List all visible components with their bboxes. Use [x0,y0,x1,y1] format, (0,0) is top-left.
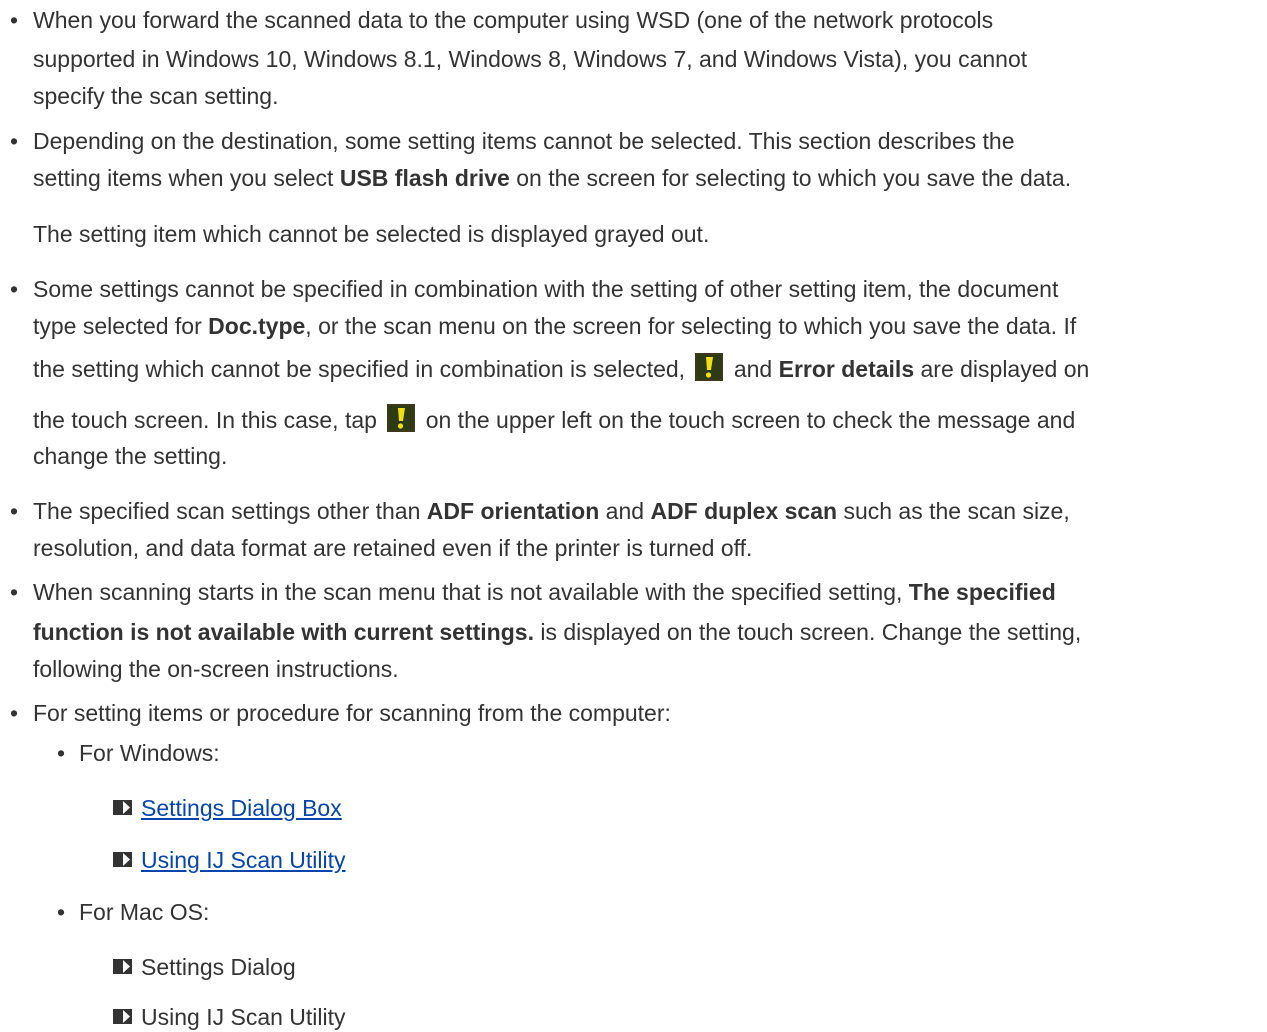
note-3-line-2: type selected for Doc.type, or the scan … [33,311,1076,341]
usb-flash-drive-label: USB flash drive [339,165,510,191]
note-3-text: and [727,356,779,382]
note-3-line-3: the setting which cannot be specified in… [33,353,1089,384]
note-1-line-1: When you forward the scanned data to the… [33,7,994,33]
warning-exclamation-icon [387,404,416,432]
bullet-dot: • [10,700,19,726]
bullet-dot: • [10,7,19,33]
note-5-line-3: following the on-screen instructions. [33,656,399,682]
settings-dialog-text: Settings Dialog [141,954,296,980]
note-3-text: the touch screen. In this case, tap [33,407,384,433]
doc-type-label: Doc.type [208,313,306,339]
note-3-text: the setting which cannot be specified in… [33,356,692,382]
mac-item-settings-dialog: Settings Dialog [113,952,296,982]
note-3-text: are displayed on [914,356,1090,382]
note-4-line-2: resolution, and data format are retained… [33,535,753,561]
note-3-line-5: change the setting. [33,443,228,469]
bullet-dot: • [10,128,19,154]
note-4-text: and [599,498,651,524]
bullet-dot: • [57,899,66,925]
note-2-line-2: setting items when you select USB flash … [33,163,1071,193]
error-details-label: Error details [778,356,915,382]
note-3-text: type selected for [33,313,209,339]
note-5-line-1: When scanning starts in the scan menu th… [33,577,1056,607]
note-4-text: such as the scan size, [837,498,1070,524]
adf-orientation-label: ADF orientation [426,498,600,524]
link-arrow-icon [113,959,132,974]
bullet-dot: • [57,740,66,766]
note-2-text: on the screen for selecting to which you… [509,165,1072,191]
mac-item-using-ij-scan-utility: Using IJ Scan Utility [113,1002,346,1032]
function-not-available-label: The specified [908,579,1056,605]
note-1-line-3: specify the scan setting. [33,83,279,109]
warning-exclamation-icon [695,353,724,381]
adf-duplex-scan-label: ADF duplex scan [650,498,838,524]
note-4-line-1: The specified scan settings other than A… [33,496,1070,526]
note-2-text: setting items when you select [33,165,340,191]
using-ij-scan-utility-text: Using IJ Scan Utility [141,1004,346,1030]
note-3-text: , or the scan menu on the screen for sel… [305,313,1077,339]
bullet-dot: • [10,498,19,524]
windows-link-using-ij-scan-utility[interactable]: Using IJ Scan Utility [113,845,346,875]
bullet-dot: • [10,579,19,605]
note-2-line-1: Depending on the destination, some setti… [33,128,1015,154]
link-arrow-icon [113,852,132,867]
link-arrow-icon [113,1009,132,1024]
link-arrow-icon [113,800,132,815]
windows-link-settings-dialog-box[interactable]: Settings Dialog Box [113,793,342,823]
note-3-text: on the upper left on the touch screen to… [419,407,1076,433]
note-3-line-1: Some settings cannot be specified in com… [33,276,1059,302]
settings-dialog-box-link[interactable]: Settings Dialog Box [141,795,342,821]
windows-label: For Windows: [79,740,220,766]
note-3-line-4: the touch screen. In this case, tap on t… [33,404,1075,435]
note-6-line-1: For setting items or procedure for scann… [33,700,671,726]
note-2-sub: The setting item which cannot be selecte… [33,221,710,247]
function-not-available-label: function is not available with current s… [33,619,534,645]
note-5-text: is displayed on the touch screen. Change… [533,619,1082,645]
bullet-dot: • [10,276,19,302]
note-5-line-2: function is not available with current s… [33,617,1081,647]
using-ij-scan-utility-link[interactable]: Using IJ Scan Utility [141,847,346,873]
mac-label: For Mac OS: [79,899,210,925]
note-1-line-2: supported in Windows 10, Windows 8.1, Wi… [33,46,1028,72]
note-5-text: When scanning starts in the scan menu th… [33,579,909,605]
note-4-text: The specified scan settings other than [33,498,427,524]
